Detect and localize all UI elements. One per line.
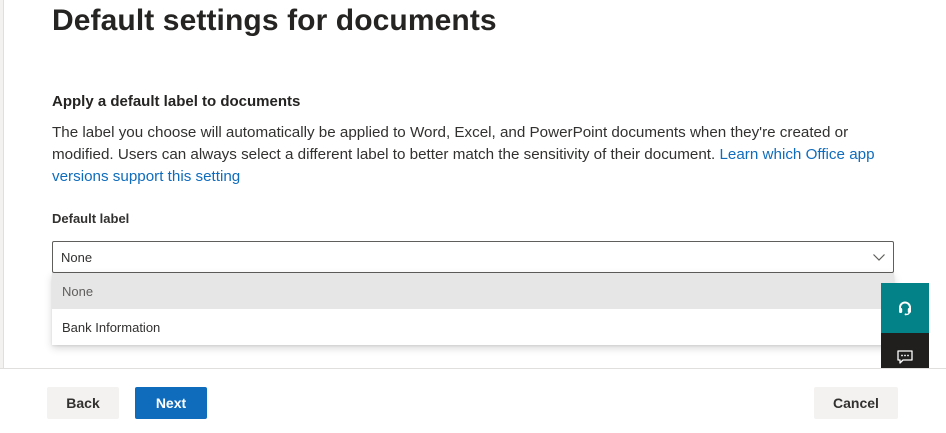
dropdown-option-none[interactable]: None (52, 273, 894, 309)
back-button[interactable]: Back (47, 387, 119, 419)
wizard-footer: Back Next Cancel (0, 368, 946, 433)
cancel-button[interactable]: Cancel (814, 387, 898, 419)
section-description: The label you choose will automatically … (52, 122, 902, 188)
headset-icon (899, 301, 911, 316)
section-heading: Apply a default label to documents (52, 93, 301, 110)
default-label-field-label: Default label (52, 211, 130, 226)
dropdown-option-bank-information[interactable]: Bank Information (52, 309, 894, 345)
next-button[interactable]: Next (135, 387, 207, 419)
chat-feedback-icon (897, 349, 913, 364)
support-button[interactable] (881, 283, 929, 333)
left-rail (0, 0, 4, 368)
chevron-down-icon (873, 254, 885, 261)
dropdown-selected-value: None (61, 249, 93, 265)
page-title: Default settings for documents (52, 4, 497, 37)
default-label-dropdown[interactable]: None (52, 241, 894, 273)
dropdown-options-list: None Bank Information (52, 273, 894, 345)
